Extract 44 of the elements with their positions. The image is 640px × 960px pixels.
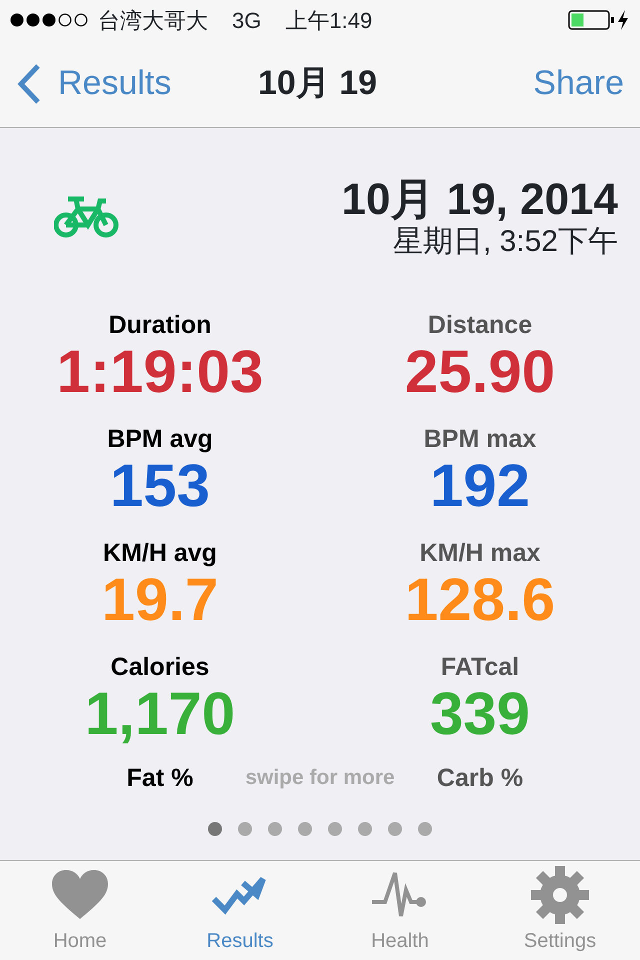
metric-value: 25.90	[404, 340, 556, 404]
metric-label: Calories	[110, 652, 210, 682]
carrier-name: 台湾大哥大	[98, 6, 208, 34]
page-dot[interactable]	[328, 822, 342, 836]
network-type: 3G	[232, 6, 262, 34]
metric-value: 1,170	[84, 682, 236, 746]
metric-value: 19.7	[102, 568, 218, 632]
page-dot[interactable]	[268, 822, 282, 836]
status-time: 上午1:49	[285, 6, 372, 34]
metric-label: FATcal	[440, 652, 520, 682]
metric-label: Fat %	[126, 764, 194, 792]
chevron-icon	[16, 64, 42, 104]
metric-label: BPM avg	[106, 424, 214, 454]
bicycle-icon	[54, 195, 120, 239]
metric-value: 192	[430, 454, 530, 518]
battery-icon	[568, 9, 616, 31]
tab-button[interactable]: Settings	[480, 861, 640, 960]
metric-value: 1:19:03	[56, 340, 264, 404]
share-button[interactable]: Share	[533, 58, 624, 109]
swipe-hint: swipe for more	[245, 766, 395, 789]
workout-day-time: 星期日, 3:52下午	[392, 224, 618, 258]
page-dot[interactable]	[418, 822, 432, 836]
metric-value: 153	[110, 454, 210, 518]
gear-icon	[531, 866, 589, 924]
heart-icon	[51, 869, 109, 921]
tab-button[interactable]: Health	[320, 861, 480, 960]
metric-label: Carb %	[436, 764, 524, 792]
back-button[interactable]: Results	[16, 58, 172, 109]
metric-label: KM/H max	[418, 538, 542, 568]
tab-button[interactable]: Home	[0, 861, 160, 960]
tab-button[interactable]: Results	[160, 861, 320, 960]
workout-date: 10月 19, 2014	[342, 176, 618, 225]
page-dot[interactable]	[208, 822, 222, 836]
page-dot[interactable]	[298, 822, 312, 836]
metric-label: BPM max	[422, 424, 538, 454]
page-dot[interactable]	[388, 822, 402, 836]
page-dot[interactable]	[358, 822, 372, 836]
metric-label: Distance	[426, 310, 534, 340]
nav-title: 10月 19	[258, 63, 378, 104]
metric-label: KM/H avg	[102, 538, 218, 568]
page-dot[interactable]	[238, 822, 252, 836]
metric-label: Duration	[108, 310, 212, 340]
metric-value: 339	[430, 682, 530, 746]
metric-value: 128.6	[404, 568, 556, 632]
